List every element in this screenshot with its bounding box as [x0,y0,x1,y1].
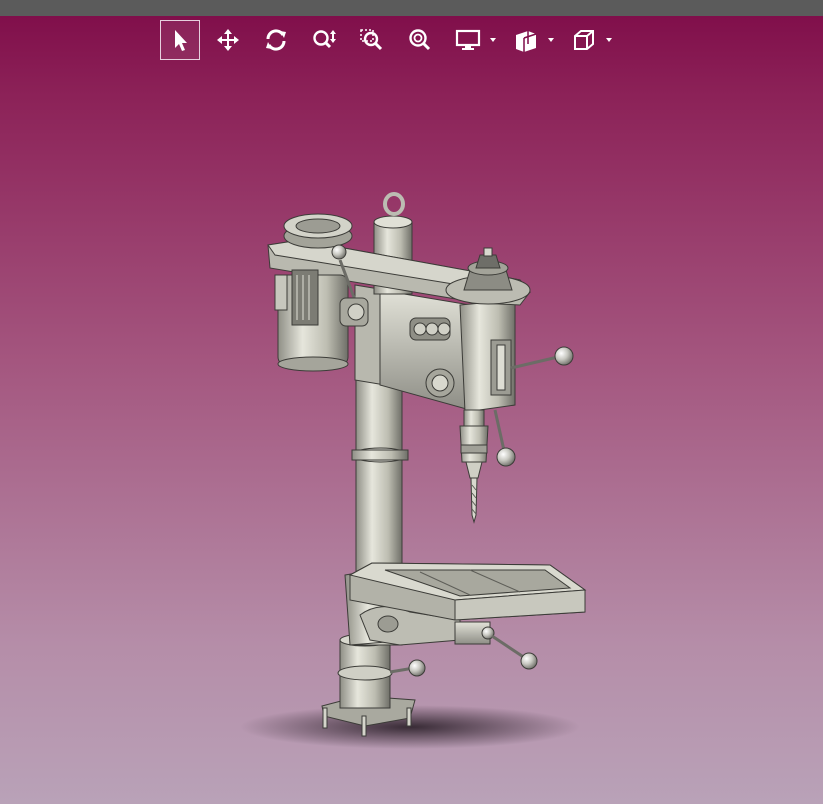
lifting-eye [383,192,405,216]
belt-handle-ball[interactable] [331,244,347,260]
drill-chuck [459,409,489,479]
lower-handle-ball[interactable] [408,659,426,677]
drill-bit [470,477,478,524]
motor-pulley [283,213,353,249]
feed-handle-ball-lower[interactable] [496,447,516,467]
drill-press-model[interactable] [0,0,823,804]
table-handle-ball[interactable] [520,652,538,670]
motor [274,269,349,372]
feed-handle-ball[interactable] [554,346,574,366]
